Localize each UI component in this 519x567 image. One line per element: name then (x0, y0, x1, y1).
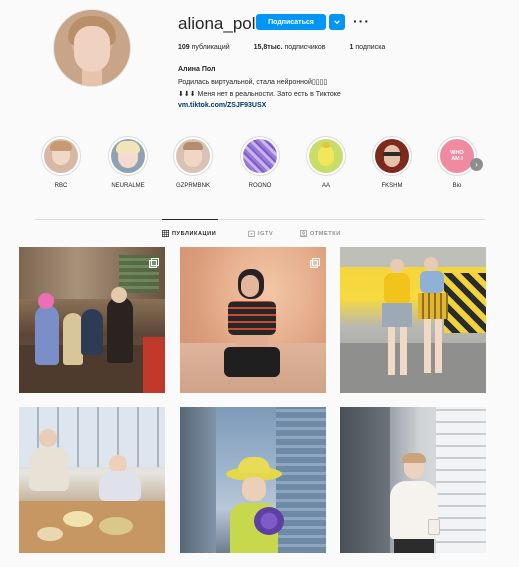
profile-avatar[interactable] (53, 9, 131, 87)
glasses-portrait-icon (375, 139, 409, 173)
profile-stats: 109 публикаций 15,8тыс. подписчиков 1 по… (178, 44, 385, 51)
more-options-icon[interactable]: ··· (353, 13, 370, 29)
profile-link[interactable]: vm.tiktok.com/ZSJF93USX (178, 102, 266, 109)
carousel-icon (310, 255, 320, 268)
igtv-icon (248, 230, 255, 237)
post-thumbnail[interactable] (19, 407, 165, 553)
grid-icon (162, 230, 169, 237)
posts-count: 109 публикаций (178, 44, 230, 51)
follow-button[interactable]: Подписаться (256, 14, 326, 30)
profile-username: aliona_pole (178, 14, 265, 33)
tab-tagged[interactable]: ОТМЕТКИ (300, 230, 341, 237)
highlight-label: FKSHM (381, 183, 403, 189)
tab-label: ОТМЕТКИ (310, 230, 341, 237)
active-tab-indicator (162, 219, 218, 220)
tab-posts[interactable]: ПУБЛИКАЦИИ (162, 230, 216, 237)
short-hair-portrait-icon (176, 139, 210, 173)
post-thumbnail[interactable] (180, 407, 326, 553)
tab-igtv[interactable]: IGTV (248, 230, 273, 237)
post-thumbnail[interactable] (340, 247, 486, 393)
followers-count[interactable]: 15,8тыс. подписчиков (254, 44, 326, 51)
suggested-accounts-button[interactable] (329, 14, 345, 30)
highlight-label: ROONO (248, 183, 272, 189)
woman-portrait-icon (44, 139, 78, 173)
profile-bio-line: ⬇⬇⬇ Меня нет в реальности. Зато есть в Т… (178, 91, 341, 98)
highlight-neuralme[interactable]: NEURALME (101, 136, 155, 189)
profile-full-name: Алина Пол (178, 66, 216, 73)
post-thumbnail[interactable] (180, 247, 326, 393)
highlight-label: NEURALME (111, 183, 145, 189)
highlight-label: GZPRMBNK (175, 183, 210, 189)
who-am-i-badge-icon: WHO AM I (440, 139, 474, 173)
blonde-portrait-icon (111, 139, 145, 173)
post-thumbnail[interactable] (340, 407, 486, 553)
highlight-label: RBC (54, 183, 68, 189)
profile-bio-line: Родилась виртуальной, стала нейронной▯▯▯… (178, 79, 328, 86)
chevron-right-icon: › (475, 160, 478, 169)
highlight-label: Bio (452, 183, 462, 189)
highlight-rbc[interactable]: RBC (34, 136, 88, 189)
following-count[interactable]: 1 подписка (350, 44, 386, 51)
tag-icon (300, 230, 307, 237)
tab-label: ПУБЛИКАЦИИ (172, 230, 217, 237)
highlight-gzprmbnk[interactable]: GZPRMBNK (166, 136, 220, 189)
yellow-character-icon (309, 139, 343, 173)
tabs-divider (35, 219, 485, 220)
highlight-label: AA (321, 183, 330, 189)
chevron-down-icon (334, 20, 340, 25)
tab-label: IGTV (258, 230, 274, 237)
highlight-roono[interactable]: ROONO (233, 136, 287, 189)
purple-texture-icon (243, 139, 277, 173)
carousel-icon (149, 255, 159, 268)
highlight-fkshm[interactable]: FKSHM (365, 136, 419, 189)
highlight-aa[interactable]: AA (299, 136, 353, 189)
highlights-next-button[interactable]: › (470, 158, 483, 171)
post-thumbnail[interactable] (19, 247, 165, 393)
